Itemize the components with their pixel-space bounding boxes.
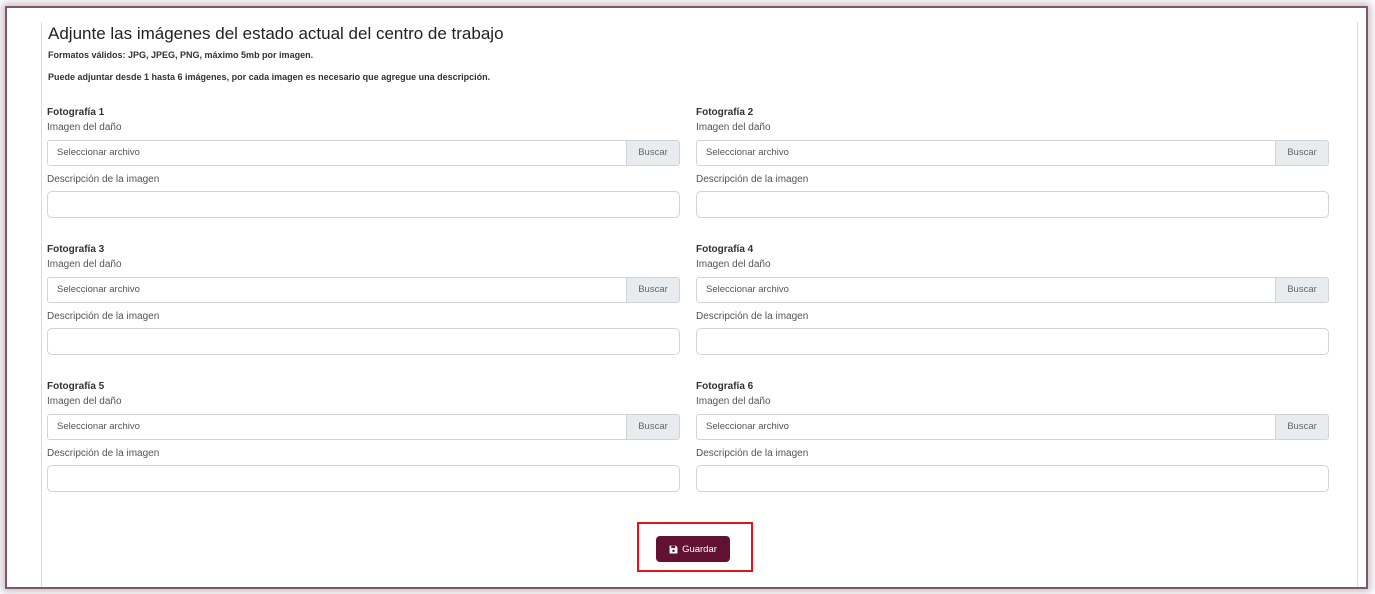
file-input[interactable]: Seleccionar archivo Buscar: [696, 140, 1329, 166]
description-label: Descripción de la imagen: [47, 448, 160, 459]
photo-title: Fotografía 2: [696, 107, 754, 118]
file-input[interactable]: Seleccionar archivo Buscar: [696, 277, 1329, 303]
file-placeholder[interactable]: Seleccionar archivo: [48, 141, 626, 165]
photo-title: Fotografía 6: [696, 381, 754, 392]
image-label: Imagen del daño: [696, 396, 771, 407]
file-placeholder[interactable]: Seleccionar archivo: [697, 141, 1275, 165]
description-label: Descripción de la imagen: [47, 174, 160, 185]
file-input[interactable]: Seleccionar archivo Buscar: [696, 414, 1329, 440]
description-label: Descripción de la imagen: [696, 311, 809, 322]
photo-field-4: Fotografía 4 Imagen del daño Seleccionar…: [696, 243, 1329, 355]
file-placeholder[interactable]: Seleccionar archivo: [697, 278, 1275, 302]
photo-field-3: Fotografía 3 Imagen del daño Seleccionar…: [47, 243, 680, 355]
instructions-text: Puede adjuntar desde 1 hasta 6 imágenes,…: [48, 72, 491, 82]
file-input[interactable]: Seleccionar archivo Buscar: [47, 140, 680, 166]
description-input[interactable]: [696, 465, 1329, 492]
photo-title: Fotografía 1: [47, 107, 105, 118]
formats-note: Formatos válidos: JPG, JPEG, PNG, máximo…: [48, 50, 314, 60]
browse-button[interactable]: Buscar: [626, 141, 679, 165]
floppy-disk-icon: [669, 545, 678, 553]
description-input[interactable]: [47, 328, 680, 355]
description-input[interactable]: [696, 191, 1329, 218]
image-label: Imagen del daño: [47, 396, 122, 407]
browse-button[interactable]: Buscar: [626, 278, 679, 302]
save-button[interactable]: Guardar: [656, 536, 730, 562]
browse-button[interactable]: Buscar: [626, 415, 679, 439]
form-title: Adjunte las imágenes del estado actual d…: [48, 24, 504, 43]
browse-button[interactable]: Buscar: [1275, 415, 1328, 439]
photo-field-1: Fotografía 1 Imagen del daño Seleccionar…: [47, 106, 680, 218]
file-placeholder[interactable]: Seleccionar archivo: [48, 415, 626, 439]
photo-title: Fotografía 5: [47, 381, 105, 392]
photo-title: Fotografía 3: [47, 244, 105, 255]
image-label: Imagen del daño: [696, 259, 771, 270]
photo-field-6: Fotografía 6 Imagen del daño Seleccionar…: [696, 380, 1329, 492]
file-input[interactable]: Seleccionar archivo Buscar: [47, 277, 680, 303]
description-input[interactable]: [696, 328, 1329, 355]
image-label: Imagen del daño: [47, 122, 122, 133]
file-input[interactable]: Seleccionar archivo Buscar: [47, 414, 680, 440]
description-label: Descripción de la imagen: [696, 174, 809, 185]
save-label: Guardar: [682, 543, 717, 555]
photo-title: Fotografía 4: [696, 244, 754, 255]
browse-button[interactable]: Buscar: [1275, 141, 1328, 165]
description-label: Descripción de la imagen: [47, 311, 160, 322]
description-input[interactable]: [47, 465, 680, 492]
description-label: Descripción de la imagen: [696, 448, 809, 459]
image-label: Imagen del daño: [47, 259, 122, 270]
browse-button[interactable]: Buscar: [1275, 278, 1328, 302]
photo-field-2: Fotografía 2 Imagen del daño Seleccionar…: [696, 106, 1329, 218]
image-label: Imagen del daño: [696, 122, 771, 133]
file-placeholder[interactable]: Seleccionar archivo: [697, 415, 1275, 439]
photo-field-5: Fotografía 5 Imagen del daño Seleccionar…: [47, 380, 680, 492]
description-input[interactable]: [47, 191, 680, 218]
file-placeholder[interactable]: Seleccionar archivo: [48, 278, 626, 302]
